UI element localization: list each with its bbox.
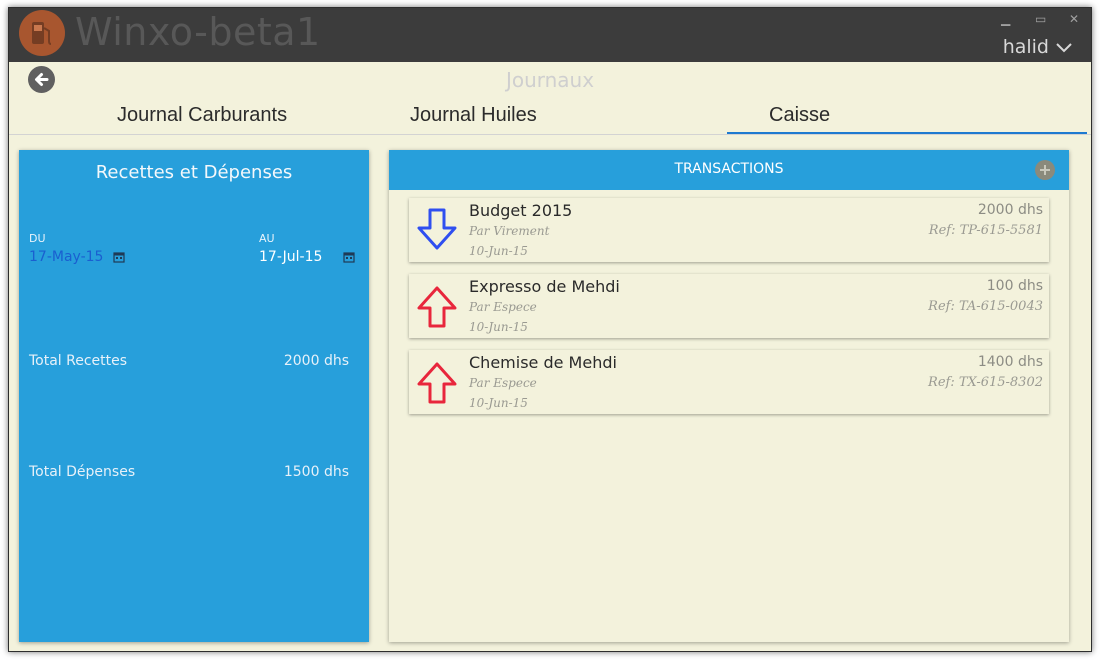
user-name: halid xyxy=(1002,36,1049,58)
app-window: Winxo-beta1 ▁ ▭ ✕ halid Journaux Journal… xyxy=(8,7,1092,652)
summary-title: Recettes et Dépenses xyxy=(95,162,293,183)
app-logo xyxy=(19,10,65,56)
transaction-method: Par Virement xyxy=(469,224,550,238)
transaction-date: 10-Jun-15 xyxy=(469,244,528,258)
total-income-label: Total Recettes xyxy=(29,353,128,369)
total-expense-label: Total Dépenses xyxy=(29,464,136,480)
transaction-name: Budget 2015 xyxy=(469,201,573,220)
tab-journal-carburants[interactable]: Journal Carburants xyxy=(117,104,287,127)
arrow-up-icon xyxy=(417,362,457,404)
to-label: AU xyxy=(259,232,275,245)
transaction-card[interactable]: Budget 2015 Par Virement 10-Jun-15 2000 … xyxy=(409,198,1049,262)
transaction-method: Par Espece xyxy=(469,300,537,314)
close-button[interactable]: ✕ xyxy=(1069,12,1079,26)
transaction-method: Par Espece xyxy=(469,376,537,390)
minimize-button[interactable]: ▁ xyxy=(1001,12,1010,26)
transaction-ref: Ref: TP-615-5581 xyxy=(928,223,1043,238)
tab-journal-huiles[interactable]: Journal Huiles xyxy=(410,104,537,127)
transaction-amount: 100 dhs xyxy=(986,278,1043,294)
user-menu[interactable]: halid xyxy=(1003,36,1073,58)
transaction-amount: 1400 dhs xyxy=(977,354,1043,370)
transaction-ref: Ref: TX-615-8302 xyxy=(928,375,1043,390)
transaction-card[interactable]: Chemise de Mehdi Par Espece 10-Jun-15 14… xyxy=(409,350,1049,414)
total-income-value: 2000 dhs xyxy=(283,353,349,369)
arrow-down-icon xyxy=(417,208,457,250)
transaction-date: 10-Jun-15 xyxy=(469,320,528,334)
tab-bar: Journal Carburants Journal Huiles Caisse xyxy=(9,98,1091,135)
transaction-name: Chemise de Mehdi xyxy=(469,353,617,372)
active-tab-indicator xyxy=(727,132,1087,134)
add-transaction-button[interactable] xyxy=(1035,160,1055,180)
page-title: Journaux xyxy=(505,68,595,92)
total-expense-value: 1500 dhs xyxy=(283,464,349,480)
transactions-header: TRANSACTIONS xyxy=(389,150,1069,190)
chevron-down-icon xyxy=(1056,43,1072,53)
calendar-icon[interactable] xyxy=(113,251,125,263)
transaction-date: 10-Jun-15 xyxy=(469,396,528,410)
from-label: DU xyxy=(29,232,46,245)
arrow-up-icon xyxy=(417,286,457,328)
tab-caisse[interactable]: Caisse xyxy=(769,104,830,127)
calendar-icon[interactable] xyxy=(343,251,355,263)
transaction-ref: Ref: TA-615-0043 xyxy=(928,299,1043,314)
summary-panel: Recettes et Dépenses DU 17-May-15 AU 17-… xyxy=(19,150,369,642)
transaction-amount: 2000 dhs xyxy=(977,202,1043,218)
transactions-title: TRANSACTIONS xyxy=(674,161,784,177)
plus-icon xyxy=(1040,165,1050,175)
title-bar[interactable]: Winxo-beta1 ▁ ▭ ✕ halid xyxy=(9,8,1091,62)
transaction-card[interactable]: Expresso de Mehdi Par Espece 10-Jun-15 1… xyxy=(409,274,1049,338)
maximize-button[interactable]: ▭ xyxy=(1035,12,1046,26)
fuel-pump-icon xyxy=(32,22,52,45)
transaction-name: Expresso de Mehdi xyxy=(469,277,620,296)
transactions-panel: TRANSACTIONS Budget 2015 Par Virement 10… xyxy=(389,150,1069,642)
to-date-field[interactable]: 17-Jul-15 xyxy=(259,249,322,265)
app-title: Winxo-beta1 xyxy=(75,10,321,54)
from-date-field[interactable]: 17-May-15 xyxy=(29,249,103,265)
